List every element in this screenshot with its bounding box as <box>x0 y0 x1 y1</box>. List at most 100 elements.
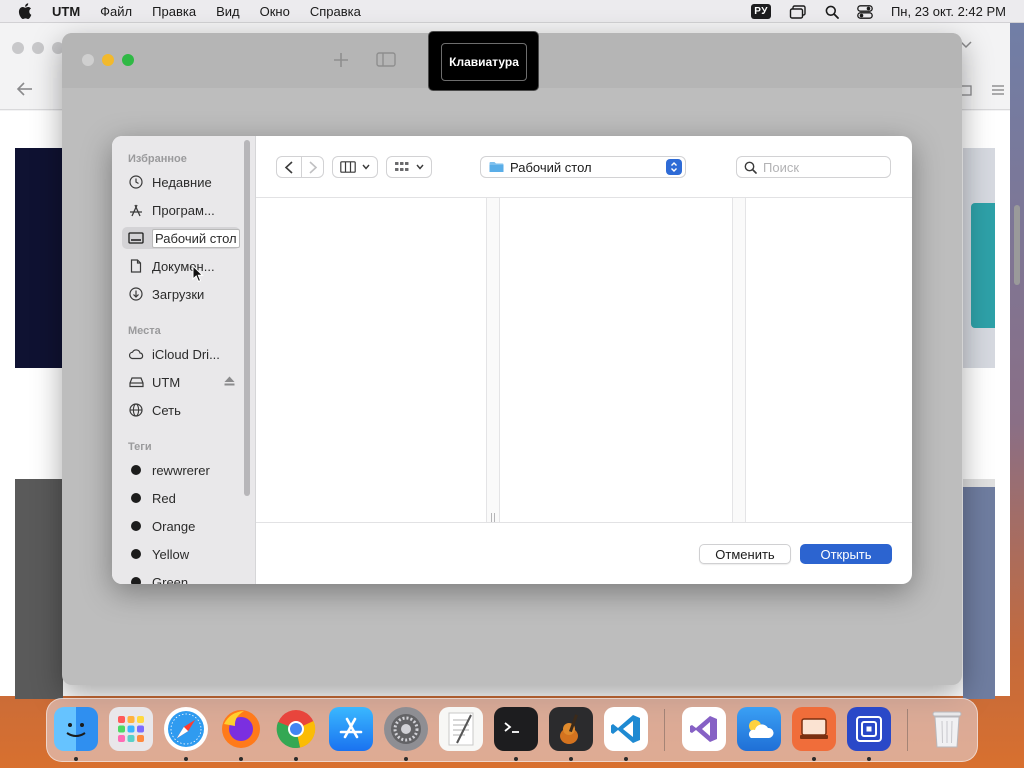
open-file-dialog: Избранное Недавние Програм... Рабочий ст… <box>112 136 912 584</box>
utm-close-button[interactable] <box>82 54 94 66</box>
sidebar-item-downloads[interactable]: Загрузки <box>128 283 244 305</box>
menu-view[interactable]: Вид <box>216 4 240 19</box>
search-input[interactable] <box>763 159 883 175</box>
menu-help[interactable]: Справка <box>310 4 361 19</box>
tag-dot-icon <box>128 546 144 562</box>
sidebar-tag-rewwrerer[interactable]: rewwrerer <box>128 459 244 481</box>
mouse-cursor-icon <box>192 264 204 283</box>
dock <box>46 698 978 762</box>
view-mode-button[interactable] <box>332 156 378 178</box>
sidebar-tag-green[interactable]: Green <box>128 571 244 584</box>
sidebar-item-icloud[interactable]: iCloud Dri... <box>128 343 244 365</box>
bg-close-light <box>12 42 24 54</box>
chrome-icon[interactable] <box>274 707 318 751</box>
search-field[interactable] <box>736 156 891 178</box>
running-indicator <box>867 757 871 761</box>
utm-add-icon[interactable] <box>334 53 348 72</box>
window-stack-icon[interactable] <box>789 4 807 19</box>
finder-icon[interactable] <box>54 707 98 751</box>
dock-separator <box>664 709 665 751</box>
system-settings-icon[interactable] <box>384 707 428 751</box>
menu-window[interactable]: Окно <box>260 4 290 19</box>
utm-sidebar-toggle-icon[interactable] <box>376 52 396 72</box>
folder-icon <box>489 161 504 173</box>
grid-group-icon <box>394 161 410 173</box>
virtual-machine-icon[interactable] <box>847 707 891 751</box>
column-resize-handle-icon[interactable] <box>490 510 496 528</box>
menu-app-utm[interactable]: UTM <box>52 4 80 19</box>
tags-heading: Теги <box>128 441 152 453</box>
sidebar-item-label: UTM <box>152 374 181 390</box>
sidebar-tag-orange[interactable]: Orange <box>128 515 244 537</box>
sidebar-item-utm-volume[interactable]: UTM <box>128 371 244 393</box>
sidebar-item-recents[interactable]: Недавние <box>128 171 244 193</box>
sidebar-item-documents[interactable]: Докумен... <box>128 255 244 277</box>
running-indicator <box>404 757 408 761</box>
app-store-icon[interactable] <box>329 707 373 751</box>
tag-dot-icon <box>128 574 144 584</box>
trash-icon[interactable] <box>925 707 969 751</box>
browser-column-2[interactable] <box>501 198 731 522</box>
dock-separator <box>907 709 908 751</box>
vscode-icon[interactable] <box>604 707 648 751</box>
sidebar-item-label: Недавние <box>152 174 212 190</box>
sidebar-tag-yellow[interactable]: Yellow <box>128 543 244 565</box>
menu-bar: UTM Файл Правка Вид Окно Справка РУ Пн, … <box>0 0 1024 23</box>
sidebar-item-label: Red <box>152 490 176 506</box>
cancel-button[interactable]: Отменить <box>699 544 791 564</box>
running-indicator <box>812 757 816 761</box>
weather-icon[interactable] <box>737 707 781 751</box>
column-divider[interactable] <box>486 198 500 523</box>
browser-column-1[interactable] <box>256 198 486 522</box>
utm-zoom-button[interactable] <box>122 54 134 66</box>
forward-chevron-icon[interactable] <box>308 161 318 179</box>
menu-edit[interactable]: Правка <box>152 4 196 19</box>
search-icon <box>744 161 757 174</box>
terminal-icon[interactable] <box>494 707 538 751</box>
favorites-heading: Избранное <box>128 153 187 165</box>
globe-icon <box>128 402 144 418</box>
open-button[interactable]: Открыть <box>800 544 892 564</box>
menu-file[interactable]: Файл <box>100 4 132 19</box>
location-popup[interactable]: Рабочий стол <box>480 156 686 178</box>
apple-icon[interactable] <box>18 3 34 19</box>
running-indicator <box>569 757 573 761</box>
bg-back-arrow-icon <box>16 82 34 101</box>
menubar-clock[interactable]: Пн, 23 окт. 2:42 PM <box>891 4 1006 19</box>
clock-icon <box>128 174 144 190</box>
desktop-icon <box>128 230 144 246</box>
keyboard-tooltip: Клавиатура <box>428 31 539 91</box>
document-icon <box>128 258 144 274</box>
sidebar-item-network[interactable]: Сеть <box>128 399 244 421</box>
safari-icon[interactable] <box>164 707 208 751</box>
firefox-icon[interactable] <box>219 707 263 751</box>
input-source-badge[interactable]: РУ <box>751 4 771 19</box>
utm-app-icon[interactable] <box>792 707 836 751</box>
tooltip-label: Клавиатура <box>441 43 527 81</box>
browser-column-3[interactable] <box>747 198 912 522</box>
sidebar-item-desktop[interactable]: Рабочий стол <box>122 227 240 249</box>
page-scrollbar-thumb[interactable] <box>1014 205 1020 285</box>
textedit-icon[interactable] <box>439 707 483 751</box>
applications-icon <box>128 202 144 218</box>
spotlight-search-icon[interactable] <box>825 5 839 19</box>
group-by-button[interactable] <box>386 156 432 178</box>
sidebar-scrollbar[interactable] <box>244 140 250 496</box>
column-divider[interactable] <box>732 198 746 522</box>
sidebar-item-label: Докумен... <box>152 258 215 274</box>
control-center-icon[interactable] <box>857 4 873 19</box>
visual-studio-icon[interactable] <box>682 707 726 751</box>
eject-icon[interactable] <box>224 374 235 389</box>
garageband-icon[interactable] <box>549 707 593 751</box>
tag-dot-icon <box>128 490 144 506</box>
bg-menu-icon <box>992 83 1004 101</box>
sidebar-tag-red[interactable]: Red <box>128 487 244 509</box>
back-chevron-icon[interactable] <box>284 161 294 179</box>
sidebar-item-applications[interactable]: Програм... <box>128 199 244 221</box>
locations-heading: Места <box>128 325 161 337</box>
launchpad-icon[interactable] <box>109 707 153 751</box>
running-indicator <box>624 757 628 761</box>
bg-thumbnail-desktop <box>15 148 63 368</box>
dialog-sidebar: Избранное Недавние Програм... Рабочий ст… <box>112 136 256 584</box>
utm-minimize-button[interactable] <box>102 54 114 66</box>
